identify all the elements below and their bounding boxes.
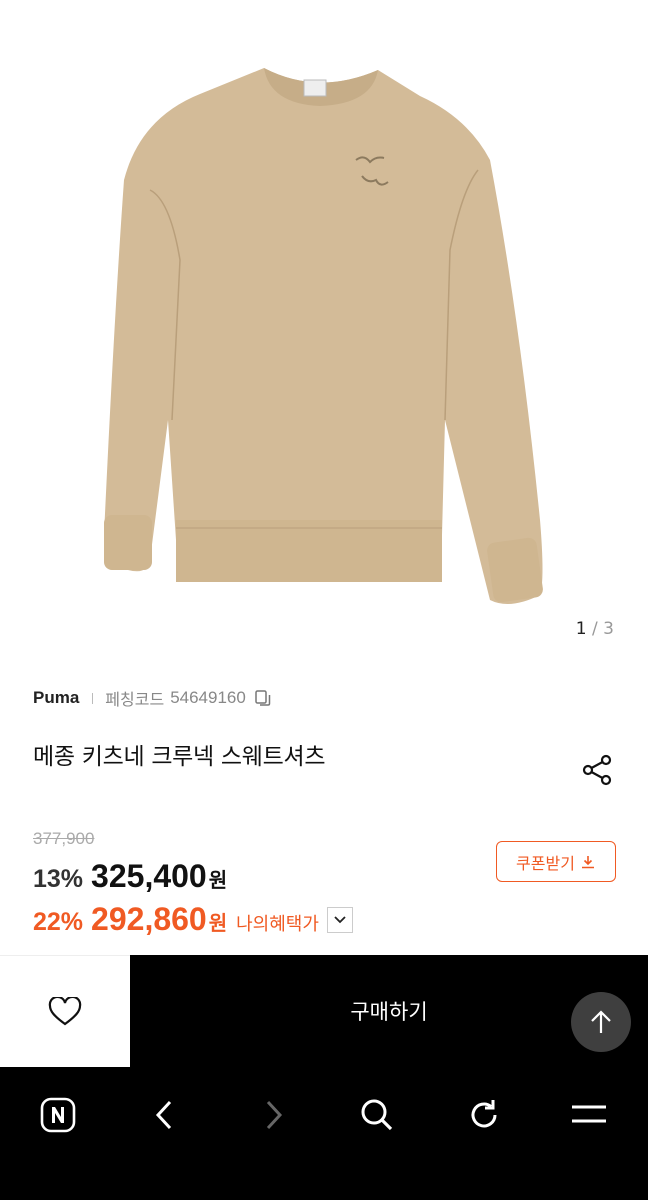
benefit-dropdown-button[interactable] [326,906,353,933]
image-counter: 1 / 3 [576,619,614,639]
image-counter-separator: / [586,619,604,639]
forward-button[interactable] [245,1087,301,1143]
back-icon [155,1100,172,1130]
benefit-label: 나의혜택가 [236,914,319,935]
share-icon[interactable] [580,752,616,788]
scroll-to-top-button[interactable] [571,992,631,1052]
download-icon [581,855,594,868]
heart-icon [48,996,82,1025]
image-counter-current: 1 [575,619,587,639]
arrow-up-icon [591,1010,611,1033]
price-row: 13% 325,400 원 [33,858,227,895]
search-icon [361,1099,393,1131]
image-counter-total: 3 [603,619,614,639]
menu-button[interactable] [561,1087,617,1143]
sale-price: 325,400 [91,858,207,894]
discount-rate: 13% [33,865,84,893]
benefit-price-row: 22% 292,860 원 나의혜택가 [33,901,353,938]
product-meta: Puma 페칭코드 54649160 [33,686,272,710]
coupon-button[interactable]: 쿠폰받기 [496,841,616,882]
menu-icon [572,1105,606,1123]
browser-toolbar [0,1067,648,1200]
refresh-icon [471,1100,497,1128]
brand-name[interactable]: Puma [33,688,79,708]
search-button[interactable] [349,1087,405,1143]
chevron-down-icon [334,915,346,923]
benefit-rate: 22% [33,908,84,936]
refresh-button[interactable] [456,1087,512,1143]
back-button[interactable] [137,1087,193,1143]
copy-icon[interactable] [254,689,272,707]
wishlist-button[interactable] [0,955,130,1067]
naver-n-icon [40,1097,76,1133]
benefit-price: 292,860 [91,901,207,937]
sweatshirt-image [104,68,543,604]
original-price: 377,900 [33,829,95,848]
forward-icon [266,1100,283,1130]
product-image-gallery[interactable]: 1 / 3 [0,0,648,660]
meta-divider [92,692,94,704]
buy-button[interactable]: 구매하기 [130,955,648,1067]
benefit-currency-unit: 원 [208,911,228,935]
code-label: 페칭코드 [105,690,165,709]
code-value: 54649160 [170,688,246,707]
purchase-bar: 구매하기 [0,955,648,1067]
currency-unit: 원 [208,868,228,892]
product-title: 메종 키츠네 크루넥 스웨트셔츠 [33,744,326,770]
naver-home-button[interactable] [30,1087,86,1143]
coupon-label: 쿠폰받기 [516,853,575,873]
